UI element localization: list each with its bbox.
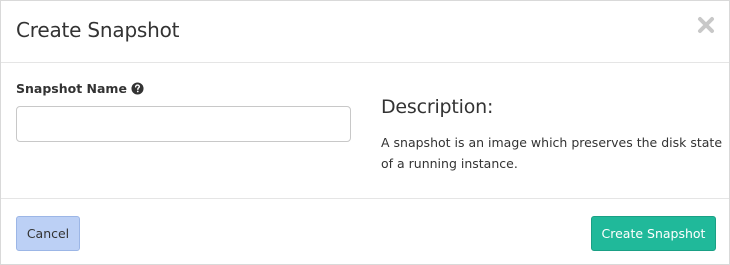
close-button[interactable] bbox=[697, 16, 715, 34]
dialog-footer: Cancel Create Snapshot bbox=[1, 198, 729, 265]
create-snapshot-button[interactable]: Create Snapshot bbox=[591, 216, 716, 251]
question-circle-icon[interactable] bbox=[131, 82, 144, 95]
snapshot-name-label: Snapshot Name bbox=[16, 81, 144, 96]
cancel-button[interactable]: Cancel bbox=[16, 216, 80, 251]
close-icon bbox=[698, 17, 714, 33]
create-snapshot-dialog: Create Snapshot Snapshot Name Descriptio… bbox=[0, 0, 730, 265]
dialog-body: Snapshot Name Description: A snapshot is… bbox=[1, 64, 729, 198]
description-text: A snapshot is an image which preserves t… bbox=[381, 135, 723, 171]
dialog-title: Create Snapshot bbox=[16, 18, 180, 42]
snapshot-name-label-text: Snapshot Name bbox=[16, 81, 127, 96]
description-heading: Description: bbox=[381, 96, 494, 118]
dialog-header: Create Snapshot bbox=[1, 1, 729, 63]
snapshot-name-input[interactable] bbox=[16, 106, 351, 142]
